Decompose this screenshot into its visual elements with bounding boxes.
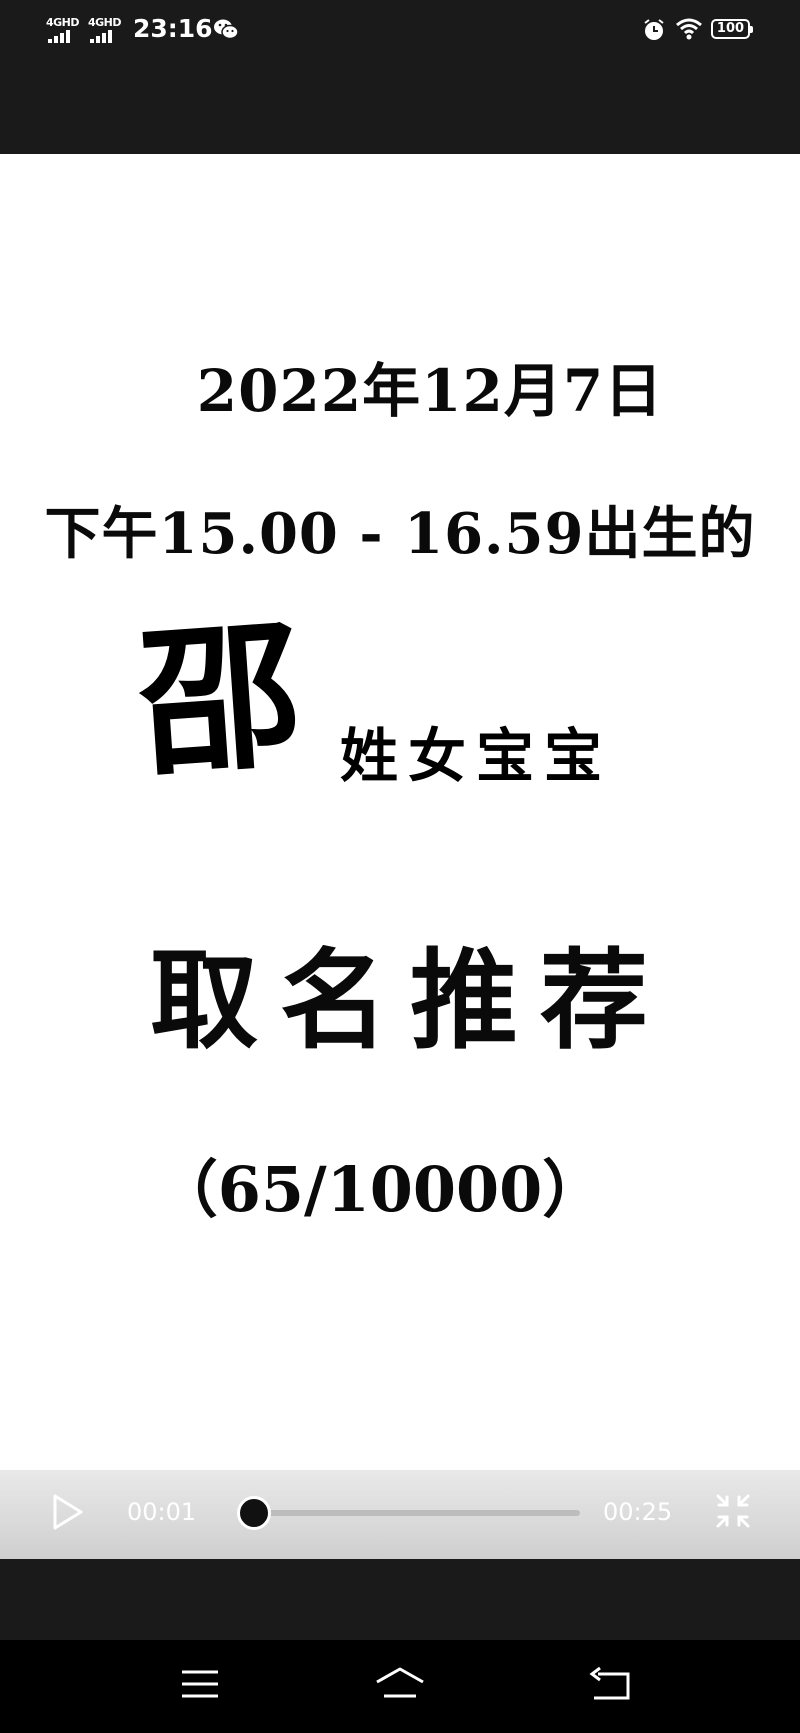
wifi-icon: [676, 18, 702, 40]
video-text-heading: 取名推荐: [149, 938, 670, 1064]
total-time: 00:25: [603, 1498, 673, 1526]
current-time: 00:01: [127, 1498, 197, 1526]
status-bar: 4GHD 4GHD 23:16 100: [0, 0, 800, 62]
signal-label: 4GHD: [46, 16, 80, 29]
signal-icon: 4GHD: [88, 16, 122, 44]
video-text-date: 2022年12月7日: [196, 357, 664, 425]
wechat-icon: [214, 19, 239, 40]
video-text-count: （65/10000）: [155, 1153, 605, 1226]
play-icon[interactable]: [50, 1492, 86, 1532]
player-controls: 00:01 00:25: [0, 1470, 800, 1559]
progress-knob[interactable]: [236, 1496, 271, 1530]
home-icon[interactable]: [374, 1666, 426, 1702]
alarm-icon: [644, 19, 664, 40]
video-text-surname-suffix: 姓女宝宝: [340, 722, 613, 790]
signal-label: 4GHD: [88, 16, 122, 29]
back-icon[interactable]: [588, 1666, 632, 1702]
menu-icon[interactable]: [180, 1666, 220, 1702]
status-time: 23:16: [133, 14, 213, 43]
battery-icon: 100: [711, 19, 753, 39]
video-text-surname: 邵: [133, 599, 307, 799]
signal-icon: 4GHD: [46, 16, 80, 44]
navigation-bar: [0, 1640, 800, 1733]
video-text-time-range: 下午15.00 - 16.59出生的: [44, 501, 756, 567]
video-frame[interactable]: 2022年12月7日 下午15.00 - 16.59出生的 邵 姓女宝宝 取名推…: [0, 154, 800, 1559]
progress-track[interactable]: [240, 1510, 580, 1516]
exit-fullscreen-icon[interactable]: [713, 1491, 753, 1531]
